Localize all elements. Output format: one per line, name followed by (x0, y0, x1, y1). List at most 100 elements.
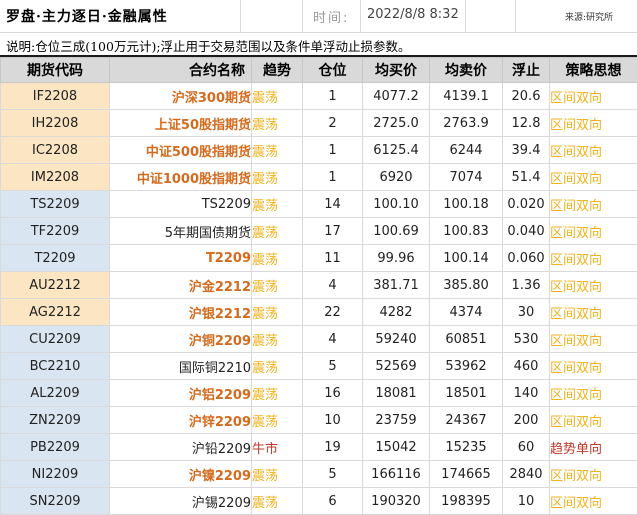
cell-name[interactable]: 中证500股指期货 (110, 137, 252, 164)
cell-position[interactable]: 1 (303, 83, 363, 110)
cell-strategy[interactable]: 区间双向 (550, 380, 637, 407)
cell-code[interactable]: BC2210 (1, 353, 110, 380)
cell-float-stop[interactable]: 10 (503, 488, 550, 515)
cell-float-stop[interactable]: 200 (503, 407, 550, 434)
cell-trend[interactable]: 震荡 (252, 137, 303, 164)
cell-avg-buy[interactable]: 2725.0 (363, 110, 430, 137)
cell-name[interactable]: 沪金2212 (110, 272, 252, 299)
cell-float-stop[interactable]: 39.4 (503, 137, 550, 164)
cell-position[interactable]: 19 (303, 434, 363, 461)
cell-avg-buy[interactable]: 190320 (363, 488, 430, 515)
cell-avg-buy[interactable]: 6920 (363, 164, 430, 191)
cell-float-stop[interactable]: 2840 (503, 461, 550, 488)
cell-strategy[interactable]: 区间双向 (550, 353, 637, 380)
cell-float-stop[interactable]: 60 (503, 434, 550, 461)
cell-avg-buy[interactable]: 52569 (363, 353, 430, 380)
col-header-trend[interactable]: 趋势 (252, 58, 303, 83)
cell-position[interactable]: 16 (303, 380, 363, 407)
cell-name[interactable]: 沪铝2209 (110, 380, 252, 407)
cell-name[interactable]: 沪镍2209 (110, 461, 252, 488)
cell-strategy[interactable]: 区间双向 (550, 488, 637, 515)
cell-float-stop[interactable]: 0.040 (503, 218, 550, 245)
cell-avg-buy[interactable]: 6125.4 (363, 137, 430, 164)
cell-code[interactable]: PB2209 (1, 434, 110, 461)
cell-float-stop[interactable]: 0.060 (503, 245, 550, 272)
cell-position[interactable]: 17 (303, 218, 363, 245)
cell-code[interactable]: IM2208 (1, 164, 110, 191)
cell-avg-sell[interactable]: 100.83 (430, 218, 503, 245)
cell-trend[interactable]: 震荡 (252, 245, 303, 272)
cell-trend[interactable]: 震荡 (252, 326, 303, 353)
cell-strategy[interactable]: 区间双向 (550, 137, 637, 164)
cell-avg-sell[interactable]: 385.80 (430, 272, 503, 299)
col-header-code[interactable]: 期货代码 (1, 58, 110, 83)
cell-name[interactable]: 沪锌2209 (110, 407, 252, 434)
cell-name[interactable]: T2209 (110, 245, 252, 272)
cell-strategy[interactable]: 区间双向 (550, 218, 637, 245)
cell-avg-buy[interactable]: 381.71 (363, 272, 430, 299)
cell-float-stop[interactable]: 530 (503, 326, 550, 353)
cell-float-stop[interactable]: 0.020 (503, 191, 550, 218)
cell-strategy[interactable]: 区间双向 (550, 110, 637, 137)
cell-code[interactable]: TF2209 (1, 218, 110, 245)
cell-trend[interactable]: 震荡 (252, 83, 303, 110)
cell-avg-sell[interactable]: 2763.9 (430, 110, 503, 137)
cell-trend[interactable]: 震荡 (252, 380, 303, 407)
cell-strategy[interactable]: 区间双向 (550, 461, 637, 488)
cell-avg-sell[interactable]: 4374 (430, 299, 503, 326)
cell-avg-buy[interactable]: 4282 (363, 299, 430, 326)
cell-name[interactable]: 沪铅2209 (110, 434, 252, 461)
cell-position[interactable]: 2 (303, 110, 363, 137)
cell-code[interactable]: IH2208 (1, 110, 110, 137)
cell-position[interactable]: 22 (303, 299, 363, 326)
cell-trend[interactable]: 震荡 (252, 461, 303, 488)
cell-trend[interactable]: 牛市 (252, 434, 303, 461)
col-header-name[interactable]: 合约名称 (110, 58, 252, 83)
cell-strategy[interactable]: 区间双向 (550, 191, 637, 218)
cell-trend[interactable]: 震荡 (252, 407, 303, 434)
cell-strategy[interactable]: 区间双向 (550, 299, 637, 326)
cell-strategy[interactable]: 区间双向 (550, 326, 637, 353)
cell-avg-buy[interactable]: 166116 (363, 461, 430, 488)
cell-name[interactable]: 沪银2212 (110, 299, 252, 326)
cell-name[interactable]: 上证50股指期货 (110, 110, 252, 137)
cell-position[interactable]: 10 (303, 407, 363, 434)
cell-position[interactable]: 4 (303, 326, 363, 353)
cell-avg-sell[interactable]: 174665 (430, 461, 503, 488)
cell-name[interactable]: 中证1000股指期货 (110, 164, 252, 191)
cell-code[interactable]: ZN2209 (1, 407, 110, 434)
cell-position[interactable]: 6 (303, 488, 363, 515)
cell-avg-sell[interactable]: 53962 (430, 353, 503, 380)
cell-code[interactable]: IC2208 (1, 137, 110, 164)
cell-avg-sell[interactable]: 24367 (430, 407, 503, 434)
cell-trend[interactable]: 震荡 (252, 488, 303, 515)
col-header-avg-sell[interactable]: 均卖价 (430, 58, 503, 83)
cell-position[interactable]: 11 (303, 245, 363, 272)
cell-code[interactable]: NI2209 (1, 461, 110, 488)
cell-avg-sell[interactable]: 100.14 (430, 245, 503, 272)
cell-float-stop[interactable]: 140 (503, 380, 550, 407)
cell-position[interactable]: 4 (303, 272, 363, 299)
cell-position[interactable]: 5 (303, 353, 363, 380)
cell-trend[interactable]: 震荡 (252, 353, 303, 380)
col-header-strategy[interactable]: 策略思想 (550, 58, 637, 83)
cell-name[interactable]: 沪深300期货 (110, 83, 252, 110)
cell-name[interactable]: 沪铜2209 (110, 326, 252, 353)
cell-trend[interactable]: 震荡 (252, 218, 303, 245)
cell-avg-sell[interactable]: 100.18 (430, 191, 503, 218)
cell-code[interactable]: SN2209 (1, 488, 110, 515)
cell-trend[interactable]: 震荡 (252, 110, 303, 137)
cell-strategy[interactable]: 趋势单向 (550, 434, 637, 461)
cell-code[interactable]: TS2209 (1, 191, 110, 218)
cell-code[interactable]: AL2209 (1, 380, 110, 407)
cell-strategy[interactable]: 区间双向 (550, 272, 637, 299)
cell-trend[interactable]: 震荡 (252, 272, 303, 299)
cell-strategy[interactable]: 区间双向 (550, 164, 637, 191)
cell-avg-buy[interactable]: 23759 (363, 407, 430, 434)
cell-float-stop[interactable]: 20.6 (503, 83, 550, 110)
cell-avg-buy[interactable]: 59240 (363, 326, 430, 353)
cell-avg-buy[interactable]: 99.96 (363, 245, 430, 272)
cell-strategy[interactable]: 区间双向 (550, 245, 637, 272)
cell-name[interactable]: 沪锡2209 (110, 488, 252, 515)
cell-float-stop[interactable]: 12.8 (503, 110, 550, 137)
